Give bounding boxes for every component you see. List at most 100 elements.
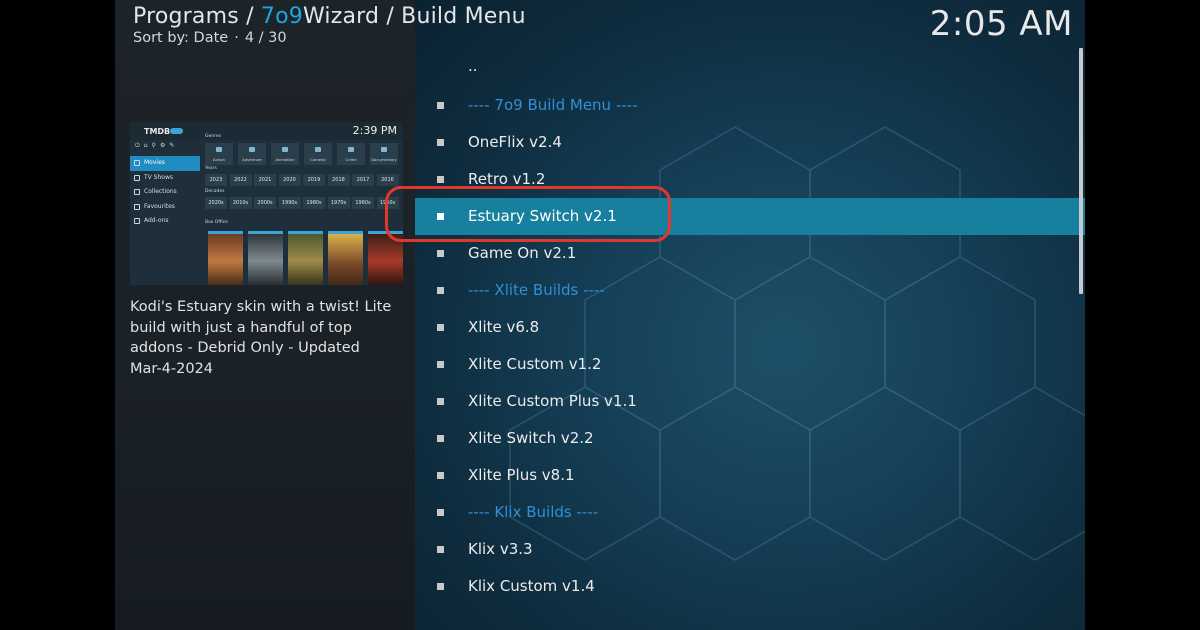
parent-folder-item[interactable]: .. <box>415 50 1085 87</box>
bullet-icon <box>437 213 444 220</box>
list-scrollbar[interactable] <box>1079 48 1083 294</box>
preview-nav-label: TV Shows <box>144 173 173 181</box>
build-list-item-label: Estuary Switch v2.1 <box>468 207 617 225</box>
preview-nav-icon <box>134 203 140 210</box>
build-list-item-label: Klix v3.3 <box>468 540 533 558</box>
preview-logo-badge <box>170 128 183 134</box>
build-list-item[interactable]: Xlite Custom v1.2 <box>415 346 1085 383</box>
bullet-icon <box>437 398 444 405</box>
preview-genre-label: Comedy <box>310 157 326 162</box>
build-list-item[interactable]: Xlite Custom Plus v1.1 <box>415 383 1085 420</box>
preview-section-label: Box Office <box>205 220 228 225</box>
preview-genre-label: Animation <box>275 157 295 162</box>
list-section-header[interactable]: ---- 7o9 Build Menu ---- <box>415 87 1085 124</box>
bullet-icon <box>437 361 444 368</box>
build-list-item-label: Xlite Custom Plus v1.1 <box>468 392 637 410</box>
bullet-icon <box>437 546 444 553</box>
preview-section-label: Decades <box>205 189 225 194</box>
bullet-icon <box>437 250 444 257</box>
build-list-item[interactable]: Xlite v6.8 <box>415 309 1085 346</box>
preview-nav-icon <box>134 160 140 166</box>
preview-decade-chip: 1980s <box>303 197 325 209</box>
build-list-item[interactable]: Game On v2.1 <box>415 235 1085 272</box>
preview-nav-label: Collections <box>144 188 177 195</box>
breadcrumb-prefix: Programs / <box>133 4 261 29</box>
build-list-item[interactable]: Estuary Switch v2.1 <box>415 198 1085 235</box>
preview-genre-label: Crime <box>345 157 357 162</box>
preview-nav-label: Movies <box>144 159 165 166</box>
preview-sidebar: Movies TV Shows Collections Favourites Add-o… <box>130 156 200 285</box>
preview-genre-icon <box>249 147 255 152</box>
preview-nav-item: Favourites <box>130 200 200 215</box>
preview-genre-tile: Documentary <box>370 143 398 165</box>
bullet-icon <box>437 583 444 590</box>
preview-nav-item: Collections <box>130 185 200 200</box>
preview-decade-chip: 1960s <box>352 197 374 209</box>
build-list-item-label: Xlite Switch v2.2 <box>468 429 594 447</box>
separator-dot: · <box>234 30 239 46</box>
preview-nav-icon <box>134 174 140 181</box>
preview-movie-poster <box>368 231 403 285</box>
bullet-icon <box>437 324 444 331</box>
preview-decade-chip: 2010s <box>229 197 252 209</box>
build-list-item[interactable]: Klix v3.3 <box>415 531 1085 568</box>
preview-genre-tile: Adventure <box>238 143 266 165</box>
preview-nav-icon <box>134 189 140 195</box>
preview-genre-icon <box>315 147 321 152</box>
build-list-item-label: Xlite Plus v8.1 <box>468 466 575 484</box>
bullet-icon <box>437 509 444 516</box>
letterbox-right <box>1085 0 1200 630</box>
sort-label[interactable]: Sort by: Date <box>133 30 228 46</box>
preview-year-chip: 2021 <box>254 174 276 186</box>
parent-folder-label: .. <box>468 57 478 75</box>
build-list-item-label: OneFlix v2.4 <box>468 133 562 151</box>
preview-nav-icon <box>134 218 140 224</box>
preview-nav-item: TV Shows <box>130 171 200 186</box>
preview-logo: TMDB <box>144 127 171 136</box>
bullet-icon <box>437 287 444 294</box>
preview-genre-icon <box>282 147 288 152</box>
build-list-item-label: Xlite Custom v1.2 <box>468 355 602 373</box>
breadcrumb-suffix: Wizard / Build Menu <box>302 4 526 29</box>
build-list-item-label: Game On v2.1 <box>468 244 577 262</box>
preview-icon-row: ⏻⌂⚲⚙✎ <box>135 142 179 149</box>
preview-movie-poster <box>288 231 323 285</box>
build-list-item-label: Retro v1.2 <box>468 170 546 188</box>
preview-nav-label: Add-ons <box>144 217 169 224</box>
build-list-item[interactable]: Klix Custom v1.4 <box>415 568 1085 605</box>
build-list-item[interactable]: Xlite Switch v2.2 <box>415 420 1085 457</box>
preview-year-chip: 2018 <box>327 174 350 186</box>
preview-genre-tile: Crime <box>337 143 365 165</box>
info-panel: TMDB 2:39 PM ⏻⌂⚲⚙✎ Movies TV Shows Collect… <box>115 0 415 630</box>
preview-genre-icon <box>216 147 222 152</box>
preview-decade-chip: 1970s <box>327 197 350 209</box>
preview-section-label: Years <box>205 166 217 171</box>
bullet-icon <box>437 176 444 183</box>
preview-genre-tile: Comedy <box>304 143 332 165</box>
build-list-item-label: Klix Custom v1.4 <box>468 577 595 595</box>
list-section-header[interactable]: ---- Xlite Builds ---- <box>415 272 1085 309</box>
preview-decade-chip: 2000s <box>254 197 276 209</box>
preview-movie-poster <box>328 231 363 285</box>
build-description: Kodi's Estuary skin with a twist! Lite b… <box>130 299 392 377</box>
item-position: 4 / 30 <box>244 30 287 46</box>
list-section-header[interactable]: ---- Klix Builds ---- <box>415 494 1085 531</box>
build-preview-image: TMDB 2:39 PM ⏻⌂⚲⚙✎ Movies TV Shows Collect… <box>130 122 403 285</box>
build-list-item[interactable]: OneFlix v2.4 <box>415 124 1085 161</box>
build-list-item-label: ---- 7o9 Build Menu ---- <box>468 96 638 114</box>
preview-year-chip: 2023 <box>205 174 227 186</box>
preview-genre-label: Adventure <box>242 157 262 162</box>
preview-genre-icon <box>348 147 354 152</box>
bullet-icon <box>437 102 444 109</box>
preview-content: Genres Action Adventure Animation Comedy Crim… <box>202 134 403 285</box>
build-list-item[interactable]: Retro v1.2 <box>415 161 1085 198</box>
kodi-screen: TMDB 2:39 PM ⏻⌂⚲⚙✎ Movies TV Shows Collect… <box>115 0 1085 630</box>
preview-movie-poster <box>248 231 283 285</box>
preview-decade-chip: 1950s <box>376 197 399 209</box>
window-header: Programs / 7o9Wizard / Build Menu Sort b… <box>133 4 526 46</box>
build-list: .. ---- 7o9 Build Menu ---- OneFlix v2.4 R… <box>415 50 1085 605</box>
sort-info: Sort by: Date · 4 / 30 <box>133 30 526 46</box>
build-list-item[interactable]: Xlite Plus v8.1 <box>415 457 1085 494</box>
preview-genre-tile: Animation <box>271 143 299 165</box>
clock: 2:05 AM <box>929 4 1073 44</box>
